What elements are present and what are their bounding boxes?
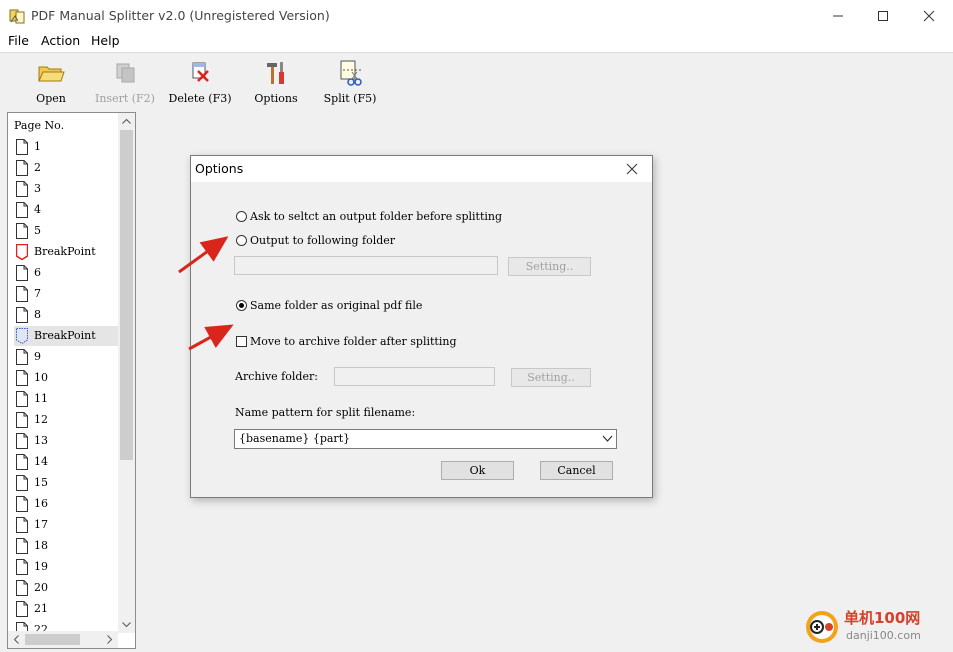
annotation-arrows: [178, 236, 234, 351]
watermark-logo-icon: [806, 611, 838, 643]
watermark-name: 单机100网: [844, 609, 921, 627]
watermark: 单机100网 danji100.com: [804, 607, 944, 647]
arrow-output-folder: [178, 236, 229, 274]
watermark-url: danji100.com: [846, 629, 921, 642]
arrow-archive-folder: [188, 324, 234, 351]
